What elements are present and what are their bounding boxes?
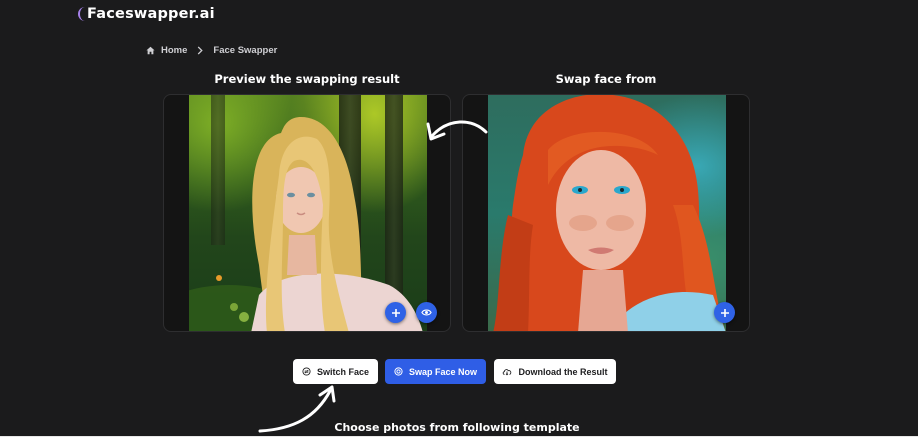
breadcrumb: Home Face Swapper <box>146 43 277 57</box>
breadcrumb-home-link[interactable]: Home <box>161 45 187 56</box>
swap-face-now-button[interactable]: Swap Face Now <box>385 359 486 384</box>
add-face-image-button[interactable] <box>714 302 735 323</box>
template-section-title: Choose photos from following template <box>334 421 580 434</box>
switch-icon <box>302 367 311 376</box>
view-result-button[interactable] <box>416 302 437 323</box>
preview-section-title: Preview the swapping result <box>214 72 400 86</box>
switch-face-label: Switch Face <box>316 366 370 377</box>
preview-photo <box>189 95 427 331</box>
add-result-image-button[interactable] <box>385 302 406 323</box>
cloud-download-icon <box>503 369 512 376</box>
switch-face-button[interactable]: Switch Face <box>293 359 378 384</box>
eye-icon <box>421 309 432 316</box>
breadcrumb-current: Face Swapper <box>213 44 278 56</box>
logo-text: Faceswapper.ai <box>87 6 215 22</box>
swap-section-title: Swap face from <box>555 72 657 86</box>
plus-icon <box>720 308 729 317</box>
preview-panel <box>163 94 451 332</box>
logo-mark-icon <box>78 7 86 21</box>
download-result-button[interactable]: Download the Result <box>494 359 616 384</box>
swap-face-now-label: Swap Face Now <box>408 366 478 377</box>
swap-icon <box>394 367 403 376</box>
swap-face-panel <box>462 94 750 332</box>
swap-face-photo <box>488 95 726 331</box>
chevron-right-icon <box>197 45 204 55</box>
download-result-label: Download the Result <box>518 366 608 377</box>
plus-icon <box>391 308 400 317</box>
page: Faceswapper.ai Home Face Swapper Preview… <box>0 0 918 437</box>
curved-arrow-left-icon <box>426 120 488 141</box>
home-icon <box>146 46 155 55</box>
logo[interactable]: Faceswapper.ai <box>78 4 215 24</box>
